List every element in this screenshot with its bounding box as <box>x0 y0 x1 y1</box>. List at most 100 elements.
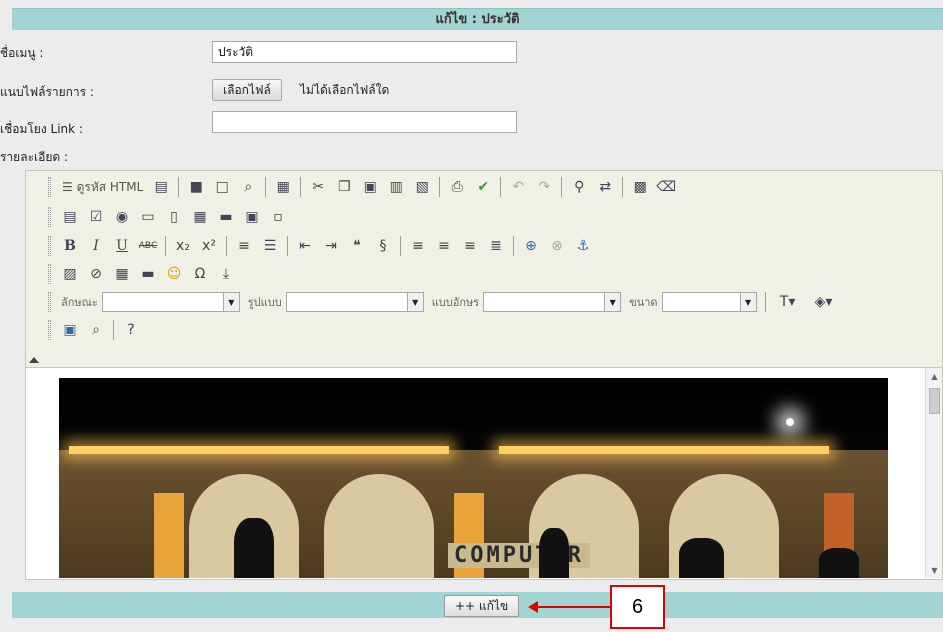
toolbar-row-1: ☰ ดูรหัส HTML ▤ ■ □ ⌕ ▦ ✂ ❐ ▣ ▥ ▧ ⎙ ✔ ↶ … <box>48 174 679 200</box>
source-html-button[interactable]: ☰ ดูรหัส HTML <box>59 176 146 198</box>
outdent-icon[interactable]: ⇤ <box>294 235 316 257</box>
save-icon[interactable]: ■ <box>185 176 207 198</box>
size-select[interactable]: ▼ <box>661 292 757 312</box>
toolbar-row-6: ▣ ⌕ ? <box>48 317 144 343</box>
bold-button[interactable]: B <box>59 235 81 257</box>
textfield-icon[interactable]: ▭ <box>137 206 159 228</box>
toolbar-grip[interactable] <box>48 207 51 227</box>
collapse-toolbar-icon[interactable] <box>29 357 39 363</box>
toolbar-grip[interactable] <box>48 264 51 284</box>
maximize-icon[interactable]: ▣ <box>59 319 81 341</box>
redo-icon[interactable]: ↷ <box>533 176 555 198</box>
table-icon[interactable]: ▦ <box>111 263 133 285</box>
form-icon[interactable]: ▤ <box>59 206 81 228</box>
print-icon[interactable]: ⎙ <box>446 176 468 198</box>
toolbar-separator <box>300 177 302 197</box>
image-icon[interactable]: ▨ <box>59 263 81 285</box>
link-input[interactable] <box>212 111 517 133</box>
div-icon[interactable]: § <box>372 235 394 257</box>
image-button-icon[interactable]: ▣ <box>241 206 263 228</box>
select-all-icon[interactable]: ▩ <box>629 176 651 198</box>
scroll-thumb[interactable] <box>929 388 940 414</box>
bulleted-list-icon[interactable]: ☰ <box>259 235 281 257</box>
undo-icon[interactable]: ↶ <box>507 176 529 198</box>
scroll-up-icon[interactable]: ▲ <box>926 368 943 384</box>
blockquote-icon[interactable]: ❝ <box>346 235 368 257</box>
horizontal-rule-icon[interactable]: ▬ <box>137 263 159 285</box>
italic-button[interactable]: I <box>85 235 107 257</box>
page-break-icon[interactable]: ⤓ <box>215 263 237 285</box>
chevron-down-icon: ▼ <box>222 293 239 311</box>
special-char-icon[interactable]: Ω <box>189 263 211 285</box>
toolbar-grip[interactable] <box>48 292 51 312</box>
new-page-icon[interactable]: □ <box>211 176 233 198</box>
edit-form-panel: แก้ไข : ประวัติ ชื่อเมนู : แนบไฟล์รายการ… <box>0 0 943 632</box>
smiley-icon[interactable]: ☺ <box>163 263 185 285</box>
align-left-icon[interactable]: ≡ <box>407 235 429 257</box>
style-label: ลักษณะ <box>61 296 98 309</box>
toolbar-separator <box>226 236 227 256</box>
text-color-icon[interactable]: T▾ <box>772 291 804 313</box>
button-field-icon[interactable]: ▬ <box>215 206 237 228</box>
textarea-icon[interactable]: ▯ <box>163 206 185 228</box>
templates-icon[interactable]: ▤ <box>150 176 172 198</box>
chevron-down-icon: ▼ <box>406 293 423 311</box>
editor-content-area[interactable]: COMPUTER ▲ ▼ <box>26 367 942 579</box>
toolbar-row-3: B I U ABC x₂ x² ≡ ☰ ⇤ ⇥ ❝ § ≡ ≡ ≡ ≣ ⊕ ⊗ … <box>48 233 596 259</box>
show-blocks-icon[interactable]: ⌕ <box>85 319 107 341</box>
underline-button[interactable]: U <box>111 235 133 257</box>
template-icon[interactable]: ▦ <box>272 176 294 198</box>
tree-silhouette <box>539 528 569 578</box>
radio-icon[interactable]: ◉ <box>111 206 133 228</box>
submit-edit-button[interactable]: ++ แก้ไข <box>444 595 520 617</box>
choose-file-button[interactable]: เลือกไฟล์ <box>212 79 282 101</box>
toolbar-row-4: ▨ ⊘ ▦ ▬ ☺ Ω ⤓ <box>48 261 239 287</box>
size-label: ขนาด <box>629 296 658 309</box>
replace-icon[interactable]: ⇄ <box>594 176 616 198</box>
menu-name-label: ชื่อเมนู : <box>0 46 44 60</box>
checkbox-icon[interactable]: ☑ <box>85 206 107 228</box>
hidden-field-icon[interactable]: ▫ <box>267 206 289 228</box>
scroll-down-icon[interactable]: ▼ <box>926 562 943 578</box>
chevron-down-icon: ▼ <box>604 293 621 311</box>
subscript-icon[interactable]: x₂ <box>172 235 194 257</box>
font-select-value <box>484 293 604 311</box>
format-select[interactable]: ▼ <box>285 292 424 312</box>
find-icon[interactable]: ⚲ <box>568 176 590 198</box>
numbered-list-icon[interactable]: ≡ <box>233 235 255 257</box>
remove-format-icon[interactable]: ⌫ <box>655 176 677 198</box>
superscript-icon[interactable]: x² <box>198 235 220 257</box>
justify-icon[interactable]: ≣ <box>485 235 507 257</box>
paste-word-icon[interactable]: ▧ <box>411 176 433 198</box>
anchor-icon[interactable]: ⚓ <box>572 235 594 257</box>
unlink-icon[interactable]: ⊗ <box>546 235 568 257</box>
toolbar-grip[interactable] <box>48 177 51 197</box>
toolbar-separator <box>400 236 401 256</box>
toolbar-grip[interactable] <box>48 320 51 340</box>
help-icon[interactable]: ? <box>120 319 142 341</box>
style-select[interactable]: ▼ <box>101 292 240 312</box>
arch-window <box>324 474 434 578</box>
cut-icon[interactable]: ✂ <box>307 176 329 198</box>
paste-icon[interactable]: ▣ <box>359 176 381 198</box>
toolbar-grip[interactable] <box>48 236 51 256</box>
copy-icon[interactable]: ❐ <box>333 176 355 198</box>
preview-icon[interactable]: ⌕ <box>237 176 259 198</box>
link-icon[interactable]: ⊕ <box>520 235 542 257</box>
menu-name-input[interactable] <box>212 41 517 63</box>
light-flare <box>786 418 794 426</box>
strike-button[interactable]: ABC <box>137 235 159 257</box>
vertical-scrollbar[interactable]: ▲ ▼ <box>925 368 942 578</box>
font-select[interactable]: ▼ <box>483 292 622 312</box>
align-right-icon[interactable]: ≡ <box>459 235 481 257</box>
flash-icon[interactable]: ⊘ <box>85 263 107 285</box>
format-label: รูปแบบ <box>247 296 282 309</box>
size-select-value <box>663 293 740 311</box>
background-color-icon[interactable]: ◈▾ <box>808 291 840 313</box>
spellcheck-icon[interactable]: ✔ <box>472 176 494 198</box>
select-field-icon[interactable]: ▦ <box>189 206 211 228</box>
building-night-photo: COMPUTER <box>59 378 888 578</box>
align-center-icon[interactable]: ≡ <box>433 235 455 257</box>
paste-text-icon[interactable]: ▥ <box>385 176 407 198</box>
indent-icon[interactable]: ⇥ <box>320 235 342 257</box>
